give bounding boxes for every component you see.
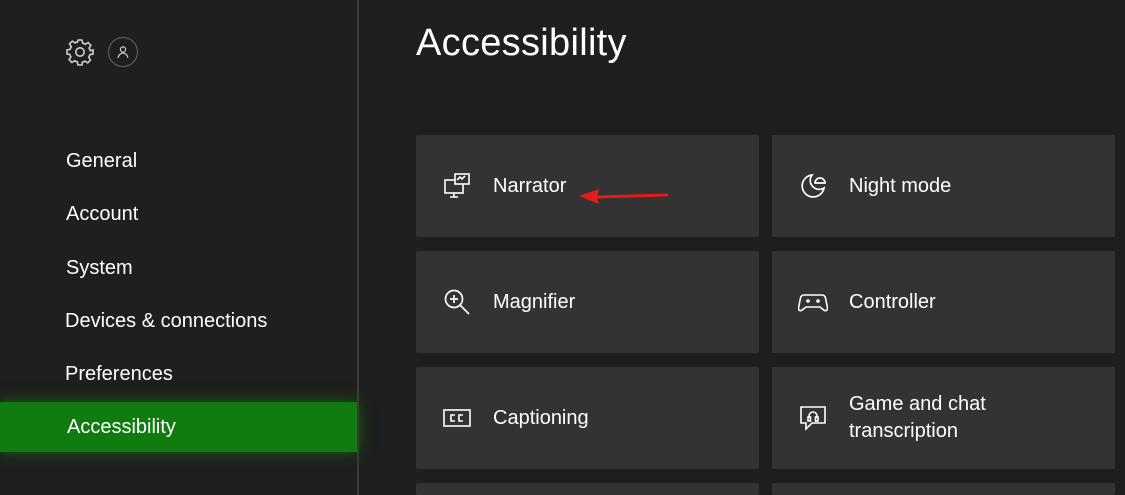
sidebar-item-account[interactable]: Account xyxy=(0,189,358,239)
tile-label: Controller xyxy=(849,290,936,313)
sidebar-item-label: Account xyxy=(66,202,139,225)
tile-label: Narrator xyxy=(493,174,567,197)
tile-label: Game and chat transcription xyxy=(849,393,986,442)
sidebar-item-preferences[interactable]: Preferences xyxy=(0,349,358,399)
tile-controller[interactable]: Controller xyxy=(772,251,1115,353)
sidebar-item-general[interactable]: General xyxy=(0,136,358,186)
controller-icon xyxy=(797,286,829,318)
tile-night-mode[interactable]: Night mode xyxy=(772,135,1115,237)
magnifier-icon xyxy=(441,286,473,318)
tile-label: Magnifier xyxy=(493,290,576,313)
gear-icon[interactable] xyxy=(64,36,96,68)
sidebar-item-label: Devices & connections xyxy=(65,309,268,332)
night-mode-icon xyxy=(797,170,829,202)
tile-game-chat-transcription[interactable]: Game and chat transcription xyxy=(772,367,1115,469)
page-title: Accessibility xyxy=(416,22,627,64)
tile-label: Captioning xyxy=(493,406,589,429)
sidebar-top-icons xyxy=(64,36,138,68)
narrator-icon xyxy=(441,170,473,202)
tile-captioning[interactable]: Captioning xyxy=(416,367,759,469)
annotation-arrow xyxy=(579,189,669,204)
sidebar-item-system[interactable]: System xyxy=(0,243,358,293)
sidebar-item-label: Accessibility xyxy=(67,415,176,438)
sidebar: General Account System Devices & connect… xyxy=(0,0,358,495)
sidebar-divider xyxy=(357,0,359,495)
sidebar-item-label: General xyxy=(66,149,138,172)
sidebar-item-label: System xyxy=(66,256,133,279)
tile-partial[interactable] xyxy=(772,483,1115,495)
chat-transcription-icon xyxy=(797,402,829,434)
tile-magnifier[interactable]: Magnifier xyxy=(416,251,759,353)
person-icon[interactable] xyxy=(108,37,138,67)
sidebar-item-accessibility[interactable]: Accessibility xyxy=(0,402,358,452)
captioning-icon xyxy=(441,402,473,434)
sidebar-item-devices-connections[interactable]: Devices & connections xyxy=(0,296,358,346)
tile-partial[interactable] xyxy=(416,483,759,495)
sidebar-item-label: Preferences xyxy=(65,362,173,385)
tile-label: Night mode xyxy=(849,174,952,197)
